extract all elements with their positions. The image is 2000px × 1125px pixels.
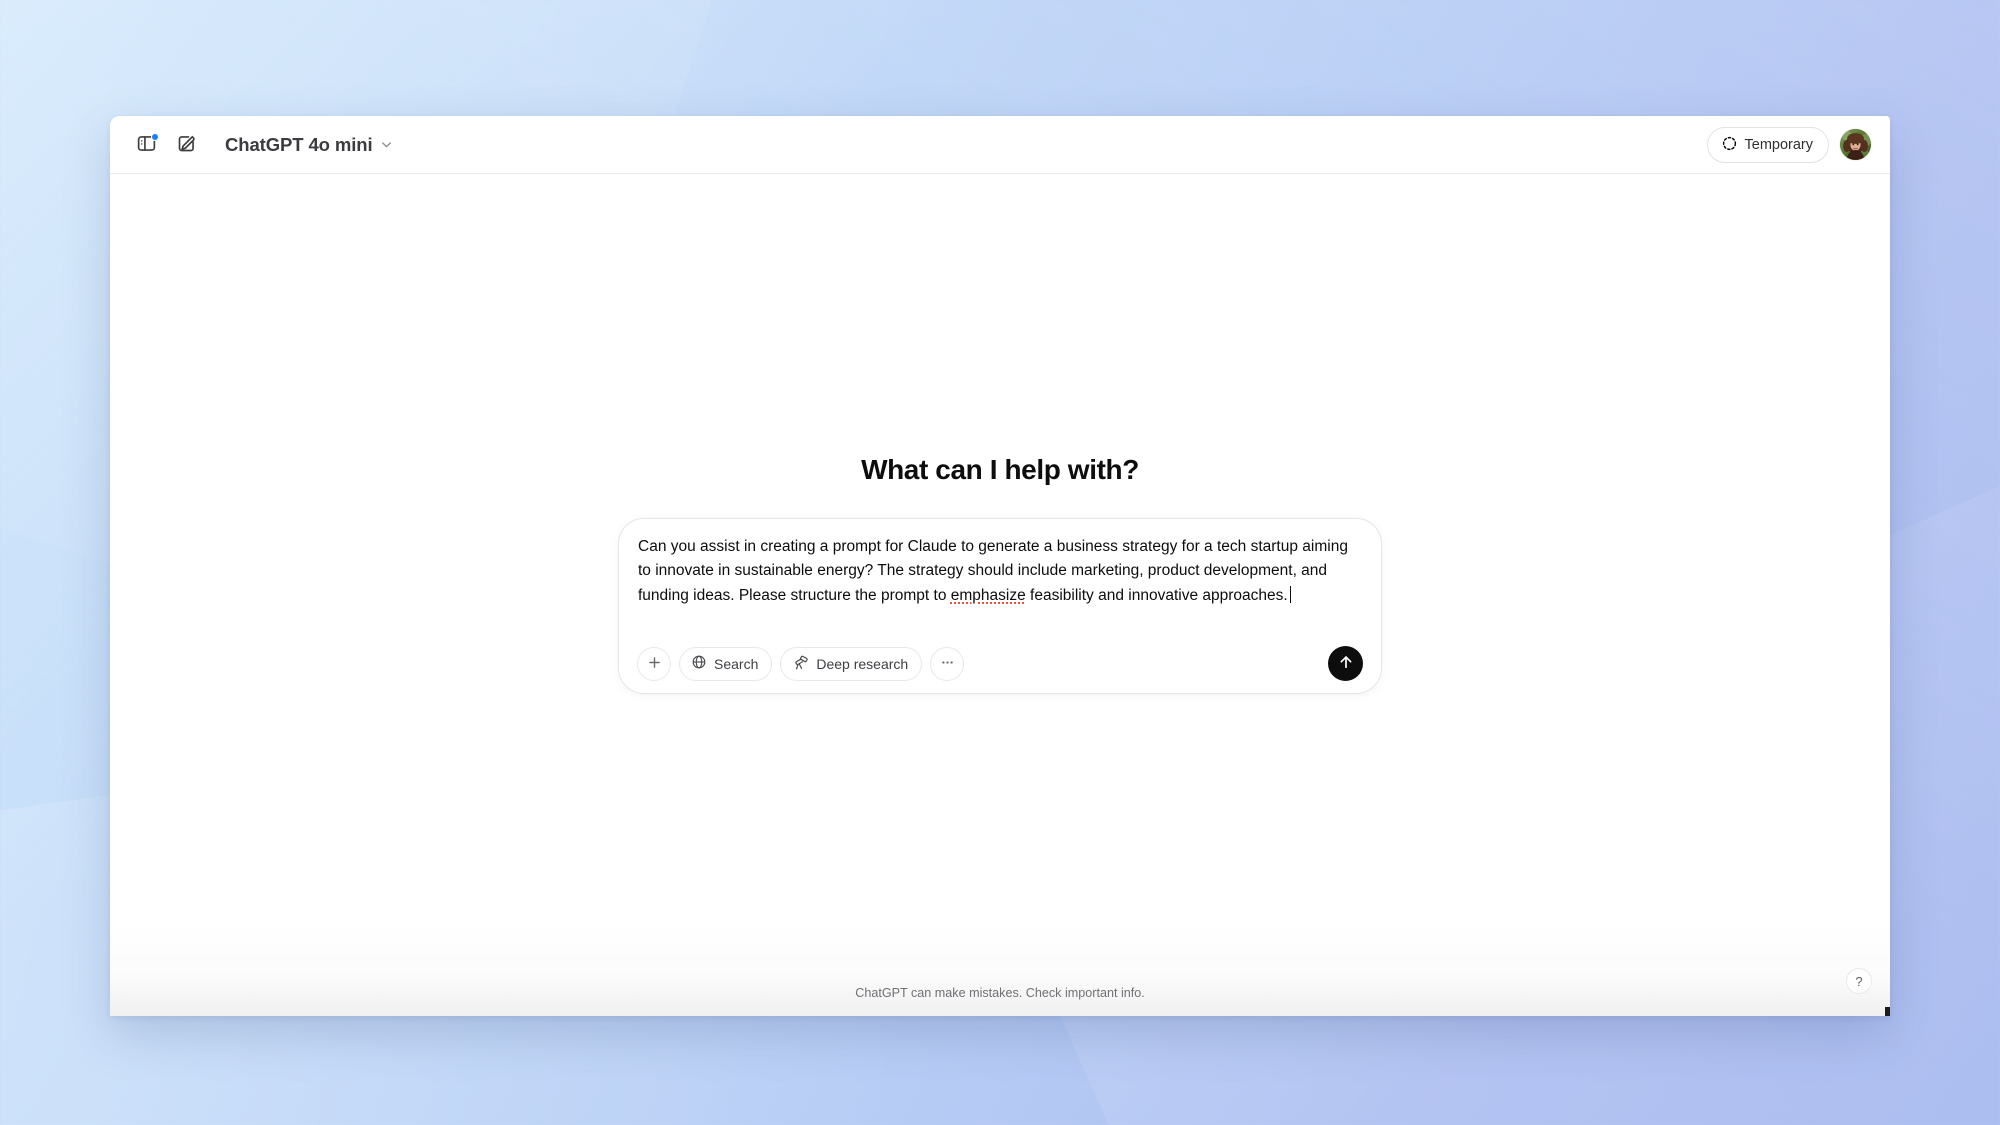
- prompt-input[interactable]: Can you assist in creating a prompt for …: [637, 535, 1363, 632]
- send-button[interactable]: [1328, 646, 1363, 681]
- deep-research-label: Deep research: [816, 655, 909, 672]
- globe-icon: [691, 654, 707, 673]
- text-caret: [1289, 585, 1292, 603]
- compose-icon: [176, 133, 197, 157]
- top-bar-right-group: Temporary: [1706, 126, 1871, 163]
- footer-fade-overlay: [110, 924, 1890, 1016]
- deep-research-button[interactable]: Deep research: [780, 646, 923, 681]
- sidebar-toggle-button[interactable]: [128, 127, 164, 163]
- top-bar: ChatGPT 4o mini Temporary: [110, 116, 1890, 174]
- composer-toolbar: Search Deep research: [637, 646, 1363, 681]
- prompt-text-part-2: feasibility and innovative approaches.: [1025, 586, 1288, 604]
- avatar-image: [1840, 129, 1871, 160]
- composer-tools: Search Deep research: [637, 646, 965, 681]
- telescope-icon: [792, 654, 809, 674]
- avatar[interactable]: [1840, 129, 1871, 160]
- arrow-up-icon: [1337, 653, 1355, 674]
- top-bar-left-group: ChatGPT 4o mini: [128, 127, 402, 163]
- main-content: What can I help with? Can you assist in …: [110, 174, 1890, 1016]
- model-selector[interactable]: ChatGPT 4o mini: [217, 129, 402, 161]
- temporary-label: Temporary: [1744, 136, 1814, 153]
- chatgpt-window: ChatGPT 4o mini Temporary What can I hel…: [110, 116, 1890, 1016]
- search-label: Search: [714, 655, 759, 672]
- notification-badge-dot: [151, 132, 159, 141]
- ellipsis-icon: [939, 654, 956, 674]
- model-name-label: ChatGPT 4o mini: [225, 133, 373, 155]
- window-corner-artifact: [1885, 1007, 1890, 1016]
- center-stack: What can I help with? Can you assist in …: [618, 454, 1382, 694]
- footer-disclaimer: ChatGPT can make mistakes. Check importa…: [855, 986, 1145, 1000]
- page-title: What can I help with?: [861, 454, 1139, 485]
- misspelled-word: emphasize: [950, 586, 1026, 604]
- attach-button[interactable]: [637, 646, 671, 681]
- temporary-chat-button[interactable]: Temporary: [1706, 126, 1829, 163]
- search-button[interactable]: Search: [679, 646, 773, 681]
- help-button[interactable]: ?: [1846, 968, 1872, 994]
- composer[interactable]: Can you assist in creating a prompt for …: [618, 518, 1382, 694]
- new-chat-button[interactable]: [168, 127, 204, 163]
- chevron-down-icon: [379, 137, 394, 152]
- plus-icon: [646, 654, 663, 674]
- dashed-circle-icon: [1721, 135, 1738, 155]
- more-options-button[interactable]: [930, 646, 965, 681]
